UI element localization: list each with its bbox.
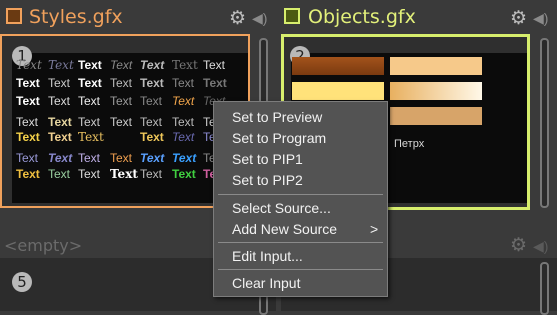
style-sample: Text <box>203 76 227 90</box>
style-sample: Text <box>110 58 133 72</box>
menu-item-edit-input[interactable]: Edit Input... <box>232 248 303 265</box>
swatch <box>390 82 482 100</box>
menu-item-set-program[interactable]: Set to Program <box>232 130 326 147</box>
menu-item-clear-input[interactable]: Clear Input <box>232 275 300 292</box>
style-sample: Text <box>140 58 165 72</box>
style-sample: Text <box>16 115 39 129</box>
panel-title: Styles.gfx <box>29 6 123 28</box>
style-sample: Text <box>140 115 163 129</box>
gfx-file-icon <box>6 8 22 24</box>
style-sample: Text <box>78 115 101 129</box>
style-sample: Text <box>140 76 164 90</box>
style-sample: Text <box>48 115 72 129</box>
style-sample: Text <box>16 130 40 144</box>
submenu-arrow-icon: > <box>370 221 379 237</box>
style-sample: Text <box>16 167 40 181</box>
style-sample: Text <box>48 130 72 144</box>
style-sample: Text <box>48 167 71 181</box>
style-sample: Text <box>110 94 133 108</box>
speaker-icon[interactable]: ◀) <box>533 11 548 25</box>
speaker-icon[interactable]: ◀) <box>252 11 267 25</box>
menu-separator <box>218 194 383 195</box>
style-sample: Text <box>78 76 102 90</box>
style-sample: Text <box>48 76 71 90</box>
slot-number: 5 <box>12 272 32 292</box>
objects-caption: Петрх <box>394 138 425 150</box>
style-sample: Text <box>172 151 197 165</box>
style-sample: Text <box>172 94 195 108</box>
gfx-file-icon <box>284 8 300 24</box>
context-menu[interactable]: Set to Preview Set to Program Set to PIP… <box>213 101 388 297</box>
volume-slider[interactable] <box>540 262 549 315</box>
style-sample: Text <box>78 94 101 108</box>
swatch <box>292 82 384 100</box>
menu-item-set-preview[interactable]: Set to Preview <box>232 109 322 126</box>
style-sample: Text <box>16 151 39 165</box>
style-sample: Text <box>140 130 164 144</box>
menu-item-add-new-source[interactable]: Add New Source <box>232 221 337 238</box>
swatch <box>390 107 482 125</box>
menu-item-set-pip1[interactable]: Set to PIP1 <box>232 151 303 168</box>
style-sample: Text <box>110 167 138 181</box>
style-sample: Text <box>140 167 163 181</box>
menu-separator <box>218 269 383 270</box>
style-sample: Text <box>172 76 195 90</box>
panel-title: Objects.gfx <box>308 6 416 28</box>
style-sample: Text <box>140 94 163 108</box>
style-sample: Text <box>78 167 101 181</box>
style-sample: Text <box>48 58 74 72</box>
panel-title: <empty> <box>4 236 83 255</box>
style-sample: Text <box>172 115 195 129</box>
style-sample: Text <box>172 130 195 144</box>
style-sample: Text <box>78 151 101 165</box>
gear-icon[interactable]: ⚙ <box>229 9 246 28</box>
swatch <box>390 57 482 75</box>
speaker-icon[interactable]: ◀) <box>533 239 548 253</box>
style-sample: Text <box>172 58 198 72</box>
menu-item-set-pip2[interactable]: Set to PIP2 <box>232 172 303 189</box>
style-sample: Text <box>110 76 133 90</box>
swatch <box>292 57 384 75</box>
style-sample: Text <box>16 76 40 90</box>
style-sample: Text <box>48 94 71 108</box>
style-sample: Text <box>48 151 73 165</box>
style-sample: Text <box>140 151 165 165</box>
volume-slider[interactable] <box>540 38 549 208</box>
gear-icon[interactable]: ⚙ <box>510 236 527 255</box>
style-sample: Text <box>78 130 104 144</box>
style-sample: Text <box>16 58 42 72</box>
style-sample: Text <box>110 115 133 129</box>
style-sample: Text <box>16 94 40 108</box>
style-sample: Text <box>203 58 226 72</box>
style-sample: Text <box>78 58 102 72</box>
style-sample: Text <box>172 167 196 181</box>
menu-item-select-source[interactable]: Select Source... <box>232 200 331 217</box>
gear-icon[interactable]: ⚙ <box>510 9 527 28</box>
style-sample: Text <box>110 151 133 165</box>
menu-separator <box>218 242 383 243</box>
